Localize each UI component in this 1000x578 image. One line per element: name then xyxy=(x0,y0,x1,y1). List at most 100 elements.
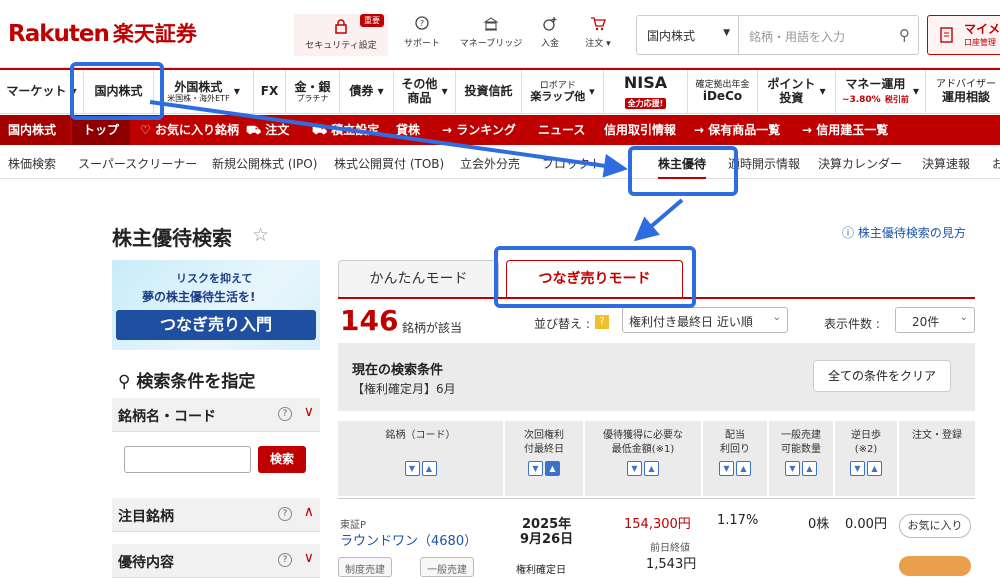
mypage-button[interactable]: マイメ 口座管理 xyxy=(927,15,1000,55)
order-menu-button[interactable]: 注文 ▾ xyxy=(578,16,618,49)
arrow-right-icon: → xyxy=(802,123,813,137)
panel-featured[interactable]: 注目銘柄 ? ∧ xyxy=(112,498,320,532)
subnav-reserve[interactable]: ⛟ 積立設定 xyxy=(312,115,379,145)
help-icon[interactable]: ? xyxy=(278,407,292,421)
money-bridge-button[interactable]: マネーブリッジ xyxy=(455,16,527,49)
tsunagi-banner[interactable]: リスクを抑えて 夢の株主優待生活を! つなぎ売り入門 xyxy=(112,260,320,350)
nav-funds[interactable]: 投資信託 xyxy=(456,70,522,114)
row-prev-value: 1,543円 xyxy=(646,557,697,572)
support-label: サポート xyxy=(403,39,440,49)
bank-icon xyxy=(483,17,499,31)
sort-asc-button[interactable]: ▲ xyxy=(545,461,560,476)
panel-benefit-content[interactable]: 優待内容 ? ∨ xyxy=(112,544,320,578)
sort-desc-button[interactable]: ▼ xyxy=(850,461,865,476)
nav-bonds[interactable]: 債券 ▾ xyxy=(340,70,394,114)
th-stock: 銘柄（コード） ▼ ▲ xyxy=(338,421,503,496)
rakuten-logo[interactable]: Rakuten 楽天証券 xyxy=(8,18,197,48)
th-yield-l1: 配当 xyxy=(725,430,745,441)
search-button[interactable]: 検索 xyxy=(258,446,306,473)
chevron-up-icon[interactable]: ∧ xyxy=(304,504,314,520)
sort-desc-button[interactable]: ▼ xyxy=(627,461,642,476)
subnav-ranking[interactable]: → ランキング xyxy=(442,115,516,145)
per-page-select[interactable]: 20件 ⌄ xyxy=(895,307,975,333)
sort-desc-button[interactable]: ▼ xyxy=(404,461,420,476)
lock-icon xyxy=(335,19,347,34)
sort-asc-button[interactable]: ▲ xyxy=(736,461,751,476)
search-icon[interactable]: ⚲ xyxy=(899,26,910,44)
help-icon[interactable]: ? xyxy=(278,507,292,521)
chevron-down-icon[interactable]: ∨ xyxy=(304,404,314,420)
sort-select[interactable]: 権利付き最終日 近い順 ⌄ xyxy=(622,307,788,333)
filter-heading-label: 検索条件を指定 xyxy=(136,372,256,392)
third-nav: 株価検索 スーパースクリーナー 新規公開株式 (IPO) 株式公開買付 (TOB… xyxy=(0,145,1000,179)
sort-asc-button[interactable]: ▲ xyxy=(802,461,817,476)
panel-benefit-title: 優待内容 xyxy=(118,555,174,571)
nav-fx[interactable]: FX xyxy=(254,70,286,114)
security-settings-button[interactable]: セキュリティ設定 重要 xyxy=(294,14,388,56)
tab-easy-mode[interactable]: かんたんモード xyxy=(338,260,499,298)
sort-buttons: ▼ ▲ xyxy=(626,461,660,476)
nav3-disclosure[interactable]: 適時開示情報 xyxy=(728,155,800,172)
sort-asc-button[interactable]: ▲ xyxy=(867,461,882,476)
nav-advisor[interactable]: アドバイザー 運用相談 xyxy=(926,70,1000,114)
row-stock-link[interactable]: ラウンドワン（4680） xyxy=(340,530,477,549)
site-header: Rakuten 楽天証券 セキュリティ設定 重要 ? サポート マネーブリッジ 入… xyxy=(0,0,1000,68)
nav-roboad[interactable]: ロボアド 楽ラップ他 ▾ xyxy=(522,70,604,114)
nav-other[interactable]: その他 商品 ▾ xyxy=(394,70,456,114)
nav3-tob[interactable]: 株式公開買付 (TOB) xyxy=(334,155,444,172)
sort-value: 権利付き最終日 近い順 xyxy=(629,315,753,329)
add-favorite-button[interactable]: お気に入り xyxy=(899,514,971,538)
nav3-ipo[interactable]: 新規公開株式 (IPO) xyxy=(212,155,317,172)
th-order: 注文・登録 xyxy=(899,421,975,496)
subnav-news[interactable]: ニュース xyxy=(538,115,585,145)
sort-help-icon[interactable]: ? xyxy=(595,315,609,329)
star-icon[interactable]: ☆ xyxy=(252,224,269,246)
subnav-order[interactable]: ⛟ 注文 xyxy=(246,115,289,145)
sort-desc-button[interactable]: ▼ xyxy=(528,461,543,476)
subnav-holdings[interactable]: → 保有商品一覧 xyxy=(694,115,780,145)
nav3-offering[interactable]: 立会外分売 xyxy=(460,155,520,172)
question-circle-icon: ⓘ xyxy=(842,226,855,240)
th-min-amount: 優待獲得に必要な 最低金額(※1) ▼ ▲ xyxy=(585,421,701,496)
deposit-button[interactable]: 入金 xyxy=(536,16,564,49)
search-icon: ⚲ xyxy=(118,372,131,392)
search-category-select[interactable]: 国内株式 ▼ xyxy=(637,16,739,54)
row-yield: 1.17% xyxy=(717,513,759,528)
nav-foreign-stock[interactable]: 外国株式 米国株・海外ETF ▾ xyxy=(154,70,254,114)
sort-desc-button[interactable]: ▼ xyxy=(785,461,800,476)
nav-gold[interactable]: 金・銀 プラチナ xyxy=(286,70,340,114)
nav3-earnings-calendar[interactable]: 決算カレンダー xyxy=(818,155,902,172)
nav3-price-search[interactable]: 株価検索 xyxy=(8,155,56,172)
nav3-screener[interactable]: スーパースクリーナー xyxy=(78,155,197,172)
sort-desc-button[interactable]: ▼ xyxy=(719,461,734,476)
sort-asc-button[interactable]: ▲ xyxy=(644,461,659,476)
code-input[interactable] xyxy=(124,446,251,473)
highlight-box-tsunagi xyxy=(494,246,696,308)
clear-conditions-button[interactable]: 全ての条件をクリア xyxy=(813,360,951,392)
howto-link[interactable]: ⓘ 株主優待検索の見方 xyxy=(842,224,966,241)
row-qty: 0株 xyxy=(808,517,830,532)
nav-advisor-label2: 運用相談 xyxy=(941,89,990,104)
nav-points[interactable]: ポイント 投資 ▾ xyxy=(758,70,836,114)
order-button[interactable] xyxy=(899,556,971,576)
subnav-margin-positions[interactable]: → 信用建玉一覧 xyxy=(802,115,888,145)
important-badge: 重要 xyxy=(360,14,384,27)
help-icon[interactable]: ? xyxy=(278,553,292,567)
search-input[interactable]: 銘柄・用語を入力 xyxy=(749,28,845,45)
subnav-lending[interactable]: 貸株 xyxy=(396,115,420,145)
subnav-margin-info[interactable]: 信用取引情報 xyxy=(604,115,676,145)
support-button[interactable]: ? サポート xyxy=(400,16,444,49)
panel-code[interactable]: 銘柄名・コード ? ∨ xyxy=(112,398,320,432)
sort-asc-button[interactable]: ▲ xyxy=(421,461,437,476)
nav-funds-label: 投資信託 xyxy=(464,84,513,99)
cond-value: 【権利確定月】6月 xyxy=(352,382,456,396)
subnav-section-label: 国内株式 xyxy=(0,115,70,145)
nisa-badge: 全力応援! xyxy=(624,98,667,110)
nav3-earnings-flash[interactable]: 決算速報 xyxy=(922,155,970,172)
nav-ideco[interactable]: 確定拠出年金 iDeCo xyxy=(688,70,758,114)
nav3-block[interactable]: ブロックト xyxy=(542,155,602,172)
chevron-down-icon[interactable]: ∨ xyxy=(304,550,314,566)
nav-nisa[interactable]: NISA 全力応援! xyxy=(604,70,688,114)
nav-money[interactable]: マネー運用 ~3.80% 税引前 ▾ xyxy=(836,70,926,114)
nav3-more[interactable]: お xyxy=(992,155,1000,172)
